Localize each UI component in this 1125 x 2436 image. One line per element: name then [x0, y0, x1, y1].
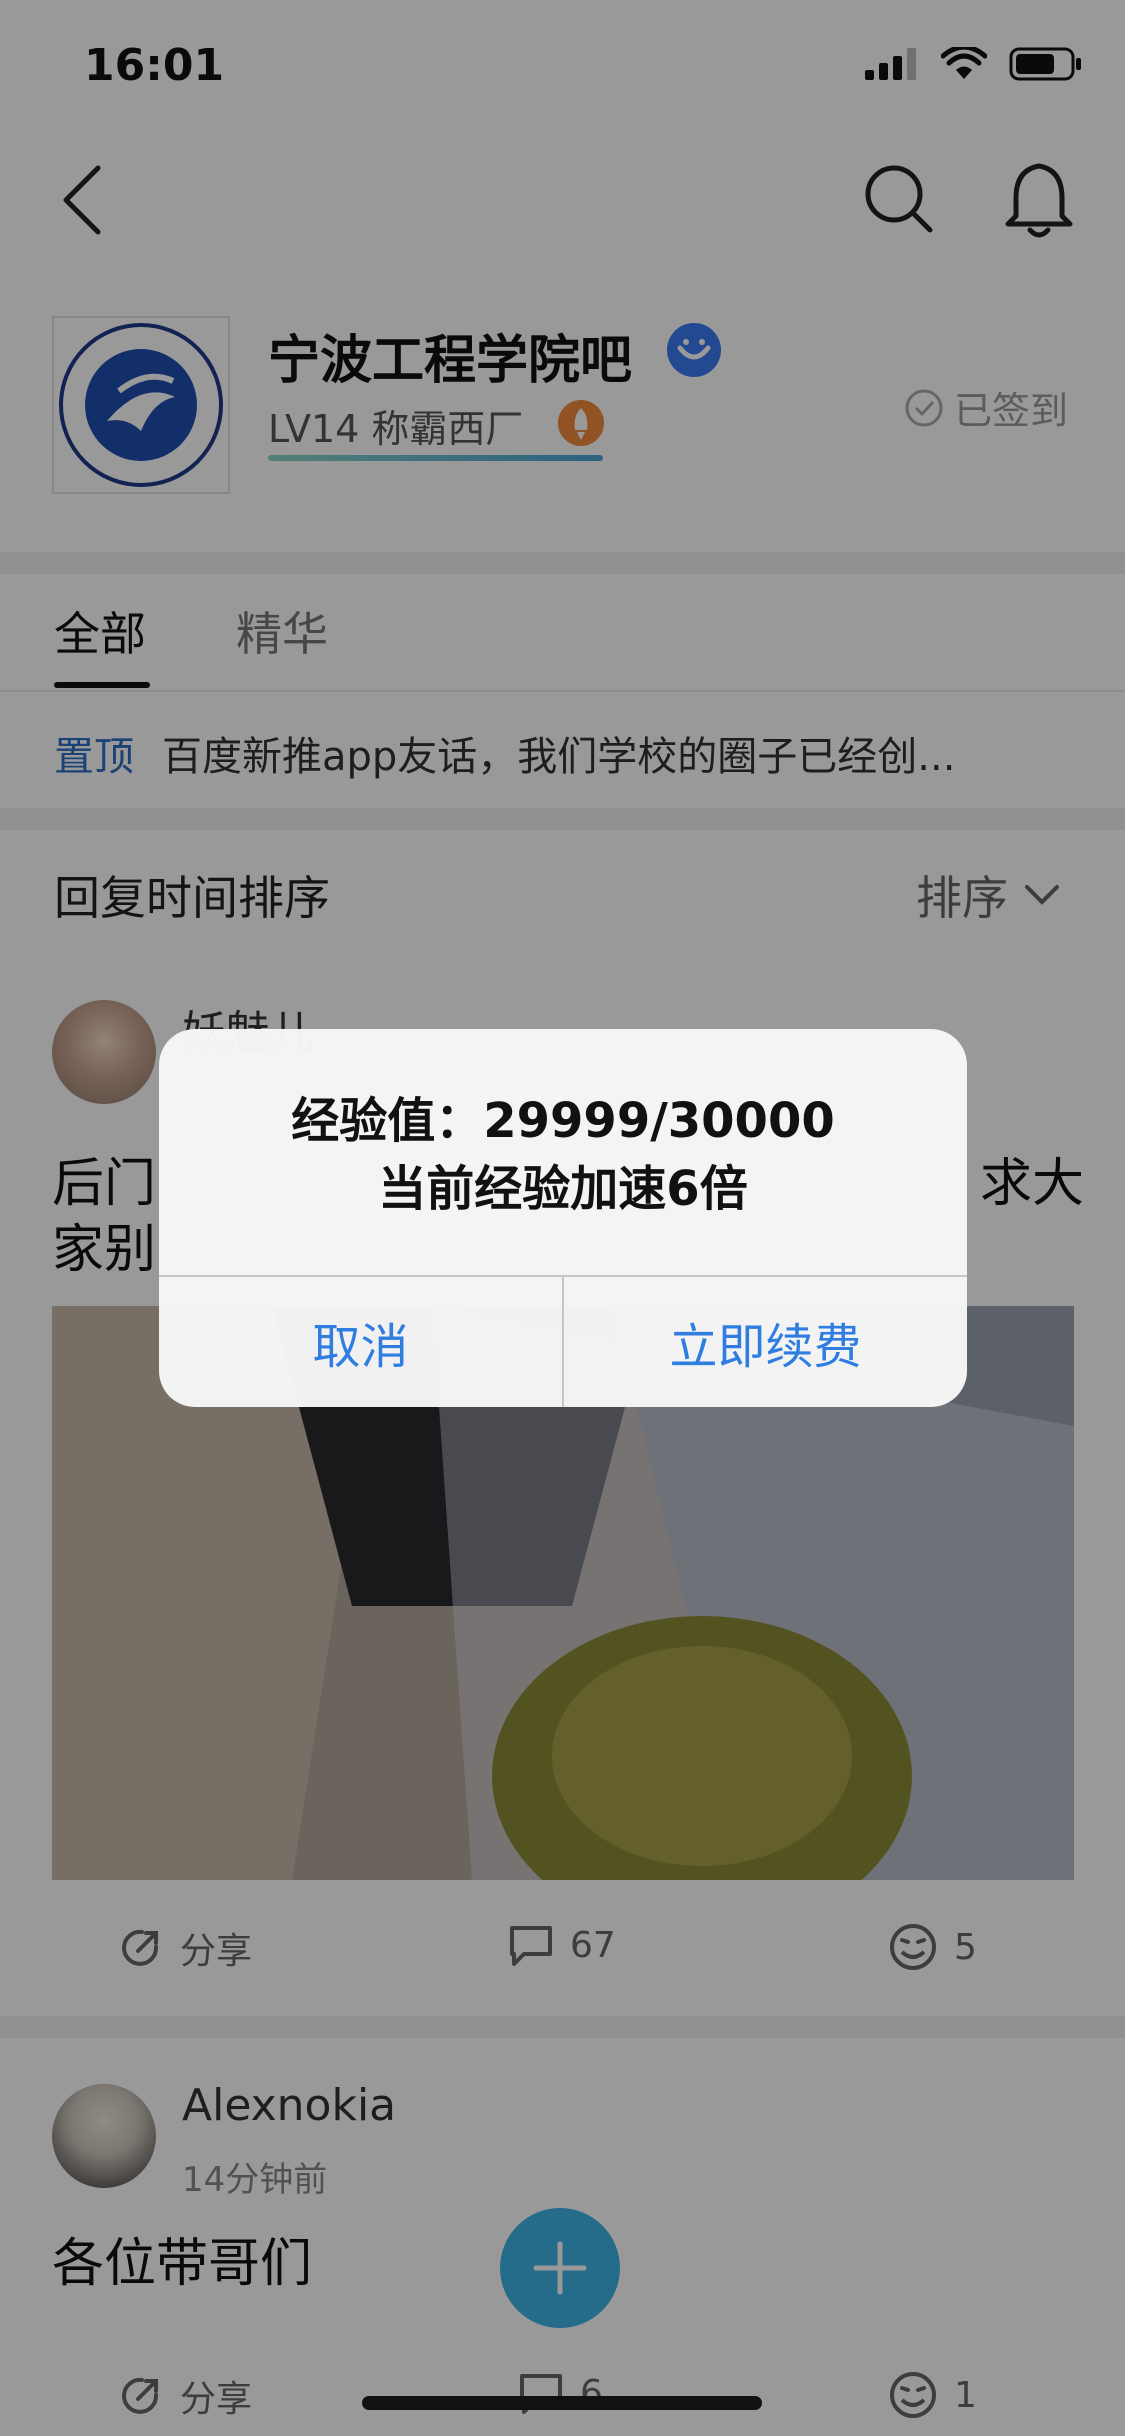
alert-message: 经验值：29999/30000 当前经验加速6倍	[159, 1087, 967, 1223]
alert-dialog: 经验值：29999/30000 当前经验加速6倍 取消 立即续费	[159, 1029, 967, 1407]
alert-line-experience: 经验值：29999/30000	[291, 1093, 835, 1149]
alert-line-boost: 当前经验加速6倍	[378, 1161, 748, 1217]
cancel-button[interactable]: 取消	[159, 1277, 562, 1407]
renew-now-button[interactable]: 立即续费	[564, 1277, 967, 1407]
home-indicator[interactable]	[362, 2396, 762, 2410]
